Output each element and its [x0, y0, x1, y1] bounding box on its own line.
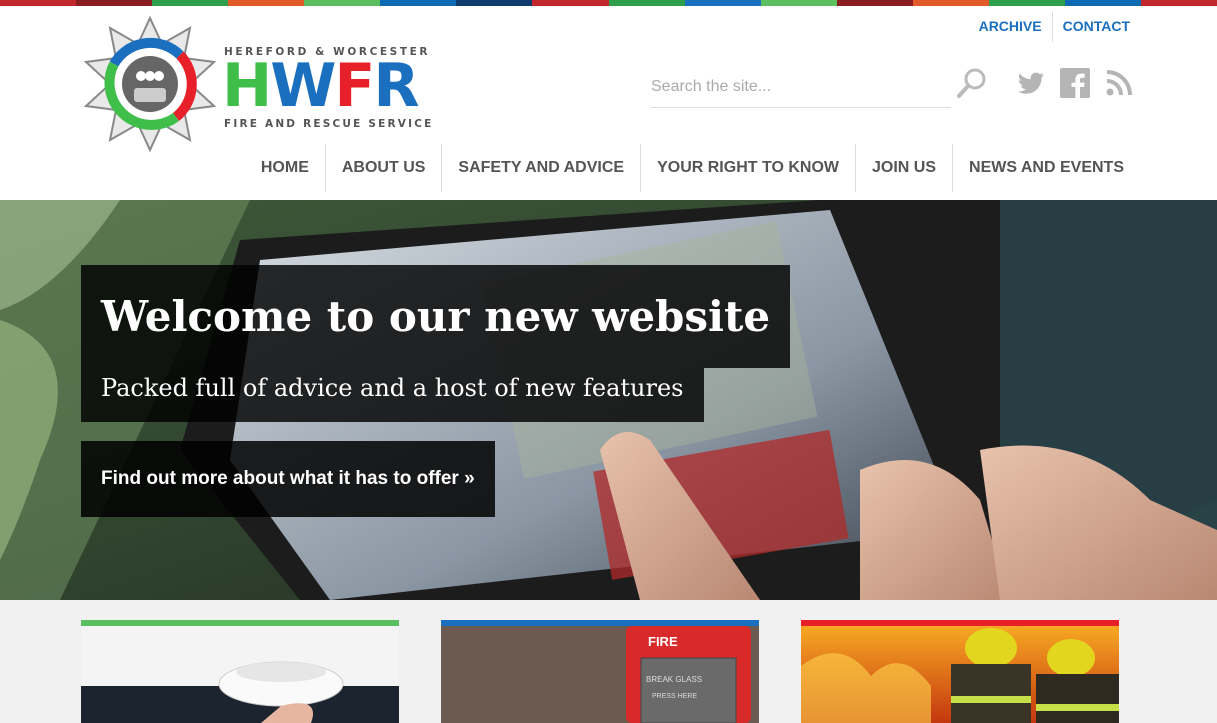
- nav-join-us[interactable]: JOIN US: [855, 144, 952, 192]
- rss-icon[interactable]: [1104, 68, 1134, 98]
- smoke-alarm-photo: [81, 626, 399, 723]
- hero-banner: Welcome to our new website Packed full o…: [0, 200, 1217, 600]
- press-here-label: PRESS HERE: [652, 693, 697, 700]
- fire-alarm-call-point-photo: FIRE BREAK GLASS PRESS HERE: [441, 626, 759, 723]
- nav-home[interactable]: HOME: [245, 144, 325, 192]
- search-input[interactable]: [651, 72, 951, 96]
- card-smoke-alarm[interactable]: [81, 620, 399, 723]
- site-header: HEREFORD & WORCESTER HWFR FIRE AND RESCU…: [0, 6, 1217, 200]
- main-nav: HOME ABOUT US SAFETY AND ADVICE YOUR RIG…: [245, 144, 1140, 192]
- social-links: [1016, 68, 1134, 98]
- search-icon[interactable]: [955, 66, 989, 100]
- site-logo[interactable]: HEREFORD & WORCESTER HWFR FIRE AND RESCU…: [82, 16, 442, 156]
- firefighters-photo: [801, 626, 1119, 723]
- contact-link[interactable]: CONTACT: [1053, 12, 1130, 42]
- card-firefighters[interactable]: [801, 620, 1119, 723]
- utility-links: ARCHIVE CONTACT: [969, 12, 1130, 42]
- facebook-icon[interactable]: [1060, 68, 1090, 98]
- nav-about-us[interactable]: ABOUT US: [324, 144, 442, 192]
- feature-cards: FIRE BREAK GLASS PRESS HERE: [0, 600, 1217, 723]
- crest-icon: [83, 16, 217, 152]
- logo-letters: HWFR: [222, 51, 420, 121]
- hero-title: Welcome to our new website: [81, 265, 791, 368]
- twitter-icon[interactable]: [1016, 68, 1046, 98]
- break-glass-label: BREAK GLASS: [646, 675, 702, 684]
- archive-link[interactable]: ARCHIVE: [969, 12, 1053, 42]
- hero-cta-link[interactable]: Find out more about what it has to offer…: [81, 441, 495, 517]
- nav-safety-and-advice[interactable]: SAFETY AND ADVICE: [441, 144, 640, 192]
- hero-subtitle: Packed full of advice and a host of new …: [81, 368, 704, 422]
- card-fire-alarm[interactable]: FIRE BREAK GLASS PRESS HERE: [441, 620, 759, 723]
- nav-news-and-events[interactable]: NEWS AND EVENTS: [952, 144, 1140, 192]
- nav-your-right-to-know[interactable]: YOUR RIGHT TO KNOW: [640, 144, 855, 192]
- fire-label: FIRE: [648, 634, 678, 649]
- search-box: [651, 72, 951, 108]
- logo-line-bottom: FIRE AND RESCUE SERVICE: [224, 118, 434, 130]
